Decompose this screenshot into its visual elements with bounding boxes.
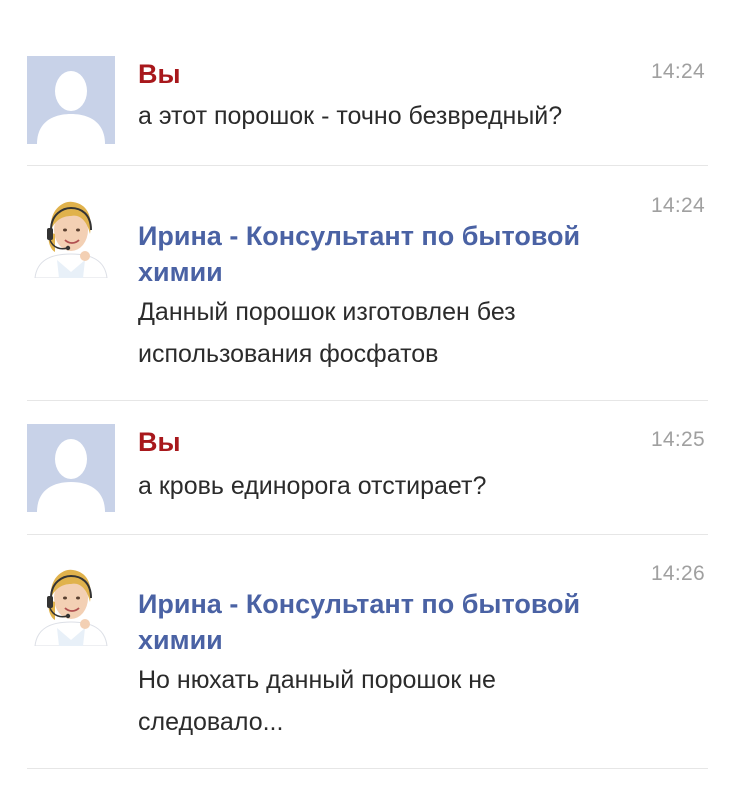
message-divider [27,165,708,166]
sender-name: Ирина - Консультант по бытовой [138,589,581,619]
message-text: Но нюхать данный порошок не [138,666,496,694]
user-placeholder-avatar [27,424,115,512]
sender-name-continued: химии [138,257,223,287]
user-placeholder-icon [27,56,115,144]
message-divider [27,400,708,401]
message-divider [27,768,708,769]
message-time: 14:26 [650,562,705,585]
message-time: 14:24 [650,194,705,217]
message-divider [27,534,708,535]
sender-name: Вы [138,427,181,457]
sender-name: Вы [138,59,181,89]
sender-name: Ирина - Консультант по бытовой [138,221,581,251]
user-placeholder-avatar [27,56,115,144]
sender-name-continued: химии [138,625,223,655]
consultant-avatar [27,558,115,646]
consultant-headset-avatar-icon [27,558,115,646]
chat-history: Вы 14:24 а этот порошок - точно безвредн… [0,0,735,807]
message-time: 14:24 [650,60,705,83]
message-text: а этот порошок - точно безвредный? [138,102,563,130]
consultant-headset-avatar-icon [27,190,115,278]
message-text-continued: следовало... [138,708,284,736]
message-time: 14:25 [650,428,705,451]
user-placeholder-icon [27,424,115,512]
message-text-continued: использования фосфатов [138,340,439,368]
message-text: а кровь единорога отстирает? [138,472,487,500]
message-text: Данный порошок изготовлен без [138,298,516,326]
consultant-avatar [27,190,115,278]
